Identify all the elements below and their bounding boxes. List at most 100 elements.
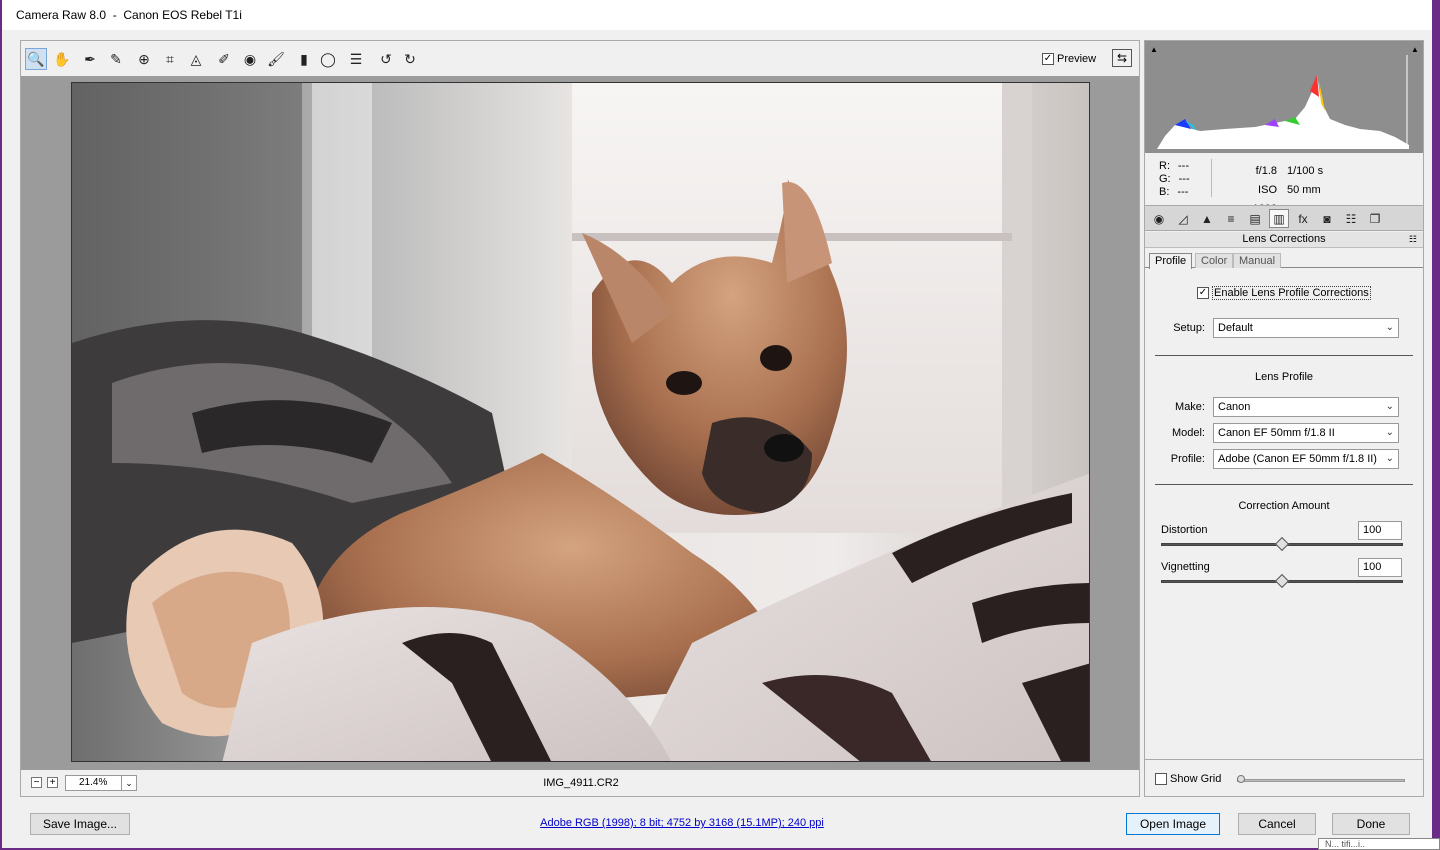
zoom-dropdown-icon[interactable]: ⌄ [121, 775, 137, 791]
divider [1155, 484, 1413, 485]
photo-preview [71, 82, 1090, 762]
adjustment-brush-icon[interactable]: 🖌 [265, 48, 287, 70]
model-select[interactable]: Canon EF 50mm f/1.8 II ⌄ [1213, 423, 1399, 443]
effects-tab-icon[interactable]: fx [1293, 209, 1313, 228]
graduated-filter-icon[interactable]: ▮ [293, 48, 315, 70]
subtab-profile[interactable]: Profile [1149, 253, 1193, 269]
divider [1155, 355, 1413, 356]
canvas-status-bar: IMG_4911.CR2 − + 21.4% ⌄ [20, 770, 1140, 797]
image-canvas[interactable] [20, 76, 1140, 770]
open-image-button[interactable]: Open Image [1126, 813, 1220, 835]
preview-toggle[interactable]: ✓ Preview [1042, 52, 1096, 66]
fullscreen-toggle-icon[interactable]: ⇆ [1112, 49, 1132, 67]
radial-filter-icon[interactable]: ◯ [317, 48, 339, 70]
panel-menu-icon[interactable]: ☷ [1409, 232, 1417, 247]
photo-illustration [72, 83, 1089, 761]
preview-label: Preview [1057, 53, 1097, 65]
setup-label: Setup: [1173, 322, 1205, 334]
preferences-icon[interactable]: ☰ [345, 48, 367, 70]
grid-size-slider-track[interactable] [1237, 779, 1405, 782]
b-value: --- [1177, 186, 1189, 198]
shadow-clipping-warning-icon[interactable]: ▲ [1148, 45, 1160, 55]
camera-calibration-tab-icon[interactable]: ◙ [1317, 209, 1337, 228]
profile-select[interactable]: Adobe (Canon EF 50mm f/1.8 II) ⌄ [1213, 449, 1399, 469]
toolbar: 🔍 ✋ ✒ ✎ ⊕ ⌗ ◬ ✐ ◉ 🖌 ▮ ◯ ☰ ↺ ↻ ✓ Preview ⇆ [20, 40, 1140, 76]
spot-removal-tool-icon[interactable]: ✐ [213, 48, 235, 70]
window-title: Camera Raw 8.0 - Canon EOS Rebel T1i [2, 0, 1432, 30]
histogram-graph [1157, 55, 1409, 149]
panel-title-text: Lens Corrections [1242, 233, 1326, 245]
enable-lens-profile-label: Enable Lens Profile Corrections [1212, 286, 1371, 300]
panel-title: Lens Corrections ☷ [1145, 232, 1423, 248]
straighten-tool-icon[interactable]: ◬ [185, 48, 207, 70]
targeted-adjustment-tool-icon[interactable]: ⊕ [133, 48, 155, 70]
distortion-label: Distortion [1161, 524, 1208, 536]
enable-lens-profile-checkbox[interactable]: ✓ [1197, 287, 1209, 299]
hand-tool-icon[interactable]: ✋ [51, 48, 73, 70]
vignetting-slider-thumb[interactable] [1274, 573, 1290, 589]
subtab-manual[interactable]: Manual [1233, 253, 1282, 268]
red-eye-removal-tool-icon[interactable]: ◉ [239, 48, 261, 70]
zoom-in-button[interactable]: + [47, 777, 58, 788]
show-grid-checkbox[interactable] [1155, 773, 1167, 785]
profile-label: Profile: [1170, 453, 1205, 465]
rotate-cw-icon[interactable]: ↻ [399, 48, 421, 70]
camera-raw-window: Camera Raw 8.0 - Canon EOS Rebel T1i 🔍 ✋ ✒… [2, 0, 1432, 848]
chevron-down-icon: ⌄ [1385, 427, 1394, 438]
make-select[interactable]: Canon ⌄ [1213, 397, 1399, 417]
vignetting-label: Vignetting [1161, 561, 1210, 573]
split-toning-tab-icon[interactable]: ▤ [1245, 209, 1265, 228]
lens-profile-heading: Lens Profile [1254, 371, 1314, 383]
b-label: B: [1159, 186, 1170, 198]
chevron-down-icon: ⌄ [1385, 401, 1394, 412]
profile-value: Adobe (Canon EF 50mm f/1.8 II) [1218, 453, 1377, 465]
basic-tab-icon[interactable]: ◉ [1149, 209, 1169, 228]
show-grid-toggle[interactable]: Show Grid [1155, 773, 1221, 785]
aperture: f/1.8 [1255, 165, 1277, 177]
g-label: G: [1159, 173, 1171, 185]
r-label: R: [1159, 160, 1170, 172]
notification-popup[interactable]: N... tifi...i.. [1318, 838, 1440, 850]
detail-tab-icon[interactable]: ▲ [1197, 209, 1217, 228]
lens-corrections-tab-icon[interactable]: ▥ [1269, 209, 1289, 228]
zoom-out-button[interactable]: − [31, 777, 42, 788]
subtab-color[interactable]: Color [1195, 253, 1234, 268]
rotate-ccw-icon[interactable]: ↺ [375, 48, 397, 70]
grid-size-slider-thumb[interactable] [1237, 775, 1245, 783]
model-label: Model: [1171, 427, 1205, 439]
setup-select[interactable]: Default ⌄ [1213, 318, 1399, 338]
distortion-slider-thumb[interactable] [1274, 536, 1290, 552]
cancel-button[interactable]: Cancel [1238, 813, 1316, 835]
model-value: Canon EF 50mm f/1.8 II [1218, 427, 1335, 439]
make-value: Canon [1218, 401, 1251, 413]
histogram: ▲ ▲ [1145, 41, 1423, 153]
shutter-speed: 1/100 s [1287, 165, 1324, 177]
vignetting-value-field[interactable]: 100 [1358, 558, 1402, 577]
distortion-value-field[interactable]: 100 [1358, 521, 1402, 540]
lens-subtabs: Profile Color Manual [1145, 253, 1423, 269]
snapshots-tab-icon[interactable]: ❐ [1365, 209, 1385, 228]
chevron-down-icon: ⌄ [1385, 322, 1394, 333]
show-grid-row: Show Grid [1145, 759, 1423, 797]
zoom-tool-icon[interactable]: 🔍 [25, 48, 47, 70]
highlight-clipping-warning-icon[interactable]: ▲ [1409, 45, 1421, 55]
panel-tab-strip: ◉ ◿ ▲ ≡ ▤ ▥ fx ◙ ☷ ❐ [1145, 205, 1423, 231]
info-divider [1211, 159, 1212, 197]
enable-lens-profile-toggle[interactable]: ✓ Enable Lens Profile Corrections [1197, 286, 1371, 300]
info-readout: R:--- G:--- B:--- f/1.81/100 s ISO 16005… [1145, 155, 1423, 215]
correction-amount-heading: Correction Amount [1238, 500, 1330, 512]
color-sampler-tool-icon[interactable]: ✎ [105, 48, 127, 70]
show-grid-label: Show Grid [1170, 773, 1222, 785]
tone-curve-tab-icon[interactable]: ◿ [1173, 209, 1193, 228]
hsl-tab-icon[interactable]: ≡ [1221, 209, 1241, 228]
white-balance-tool-icon[interactable]: ✒ [79, 48, 101, 70]
setup-value: Default [1218, 322, 1253, 334]
presets-tab-icon[interactable]: ☷ [1341, 209, 1361, 228]
make-label: Make: [1175, 401, 1205, 413]
preview-checkbox[interactable]: ✓ [1042, 53, 1054, 65]
done-button[interactable]: Done [1332, 813, 1410, 835]
crop-tool-icon[interactable]: ⌗ [159, 48, 181, 70]
rgb-readout: R: --- G: --- B: --- [1159, 160, 1190, 199]
g-value: --- [1178, 173, 1190, 185]
r-value: --- [1178, 160, 1189, 172]
